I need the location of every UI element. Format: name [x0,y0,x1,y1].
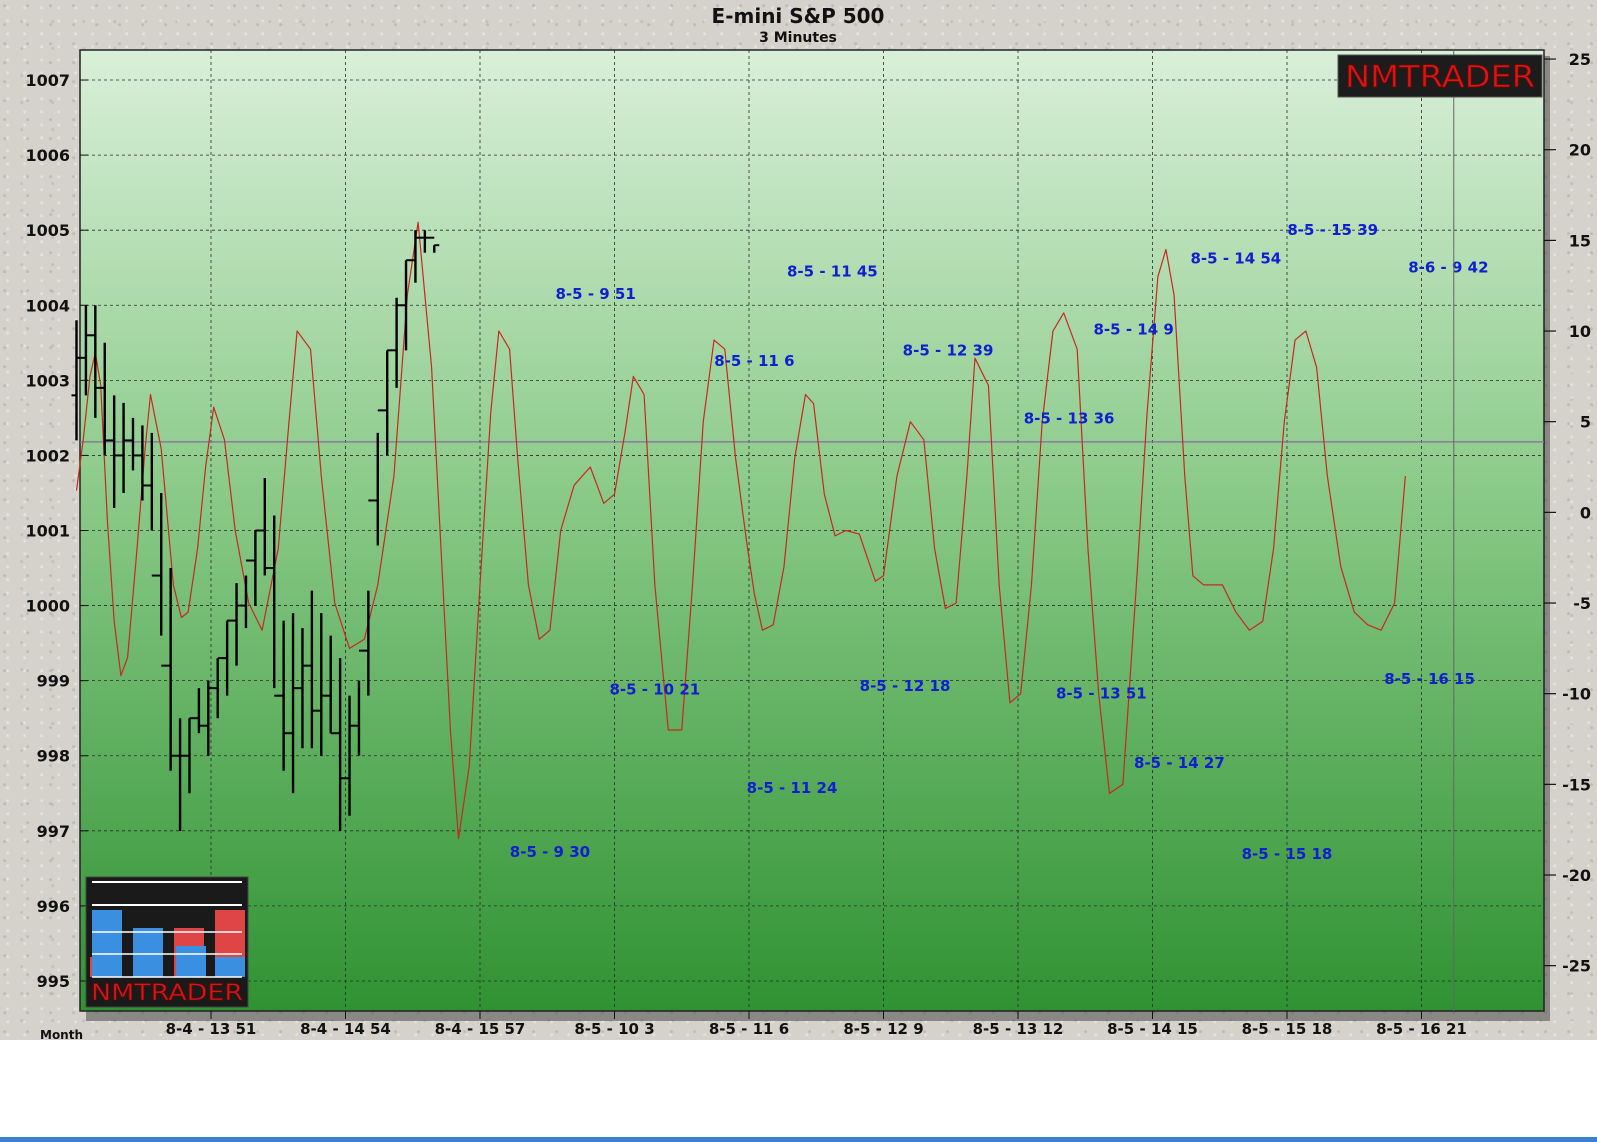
cycle-annotation: 8-5 - 11 6 [714,352,794,370]
left-tick-label: 1006 [25,146,70,165]
right-tick-label: 0 [1580,503,1591,522]
right-tick-label: 10 [1569,322,1591,341]
cycle-annotation: 8-5 - 11 45 [787,262,878,280]
cycle-annotation: 8-5 - 13 36 [1024,410,1115,428]
cycle-annotation: 8-6 - 9 42 [1408,259,1488,277]
cycle-annotation: 8-5 - 9 30 [510,843,590,861]
left-tick-label: 1000 [25,597,70,616]
cycle-annotation: 8-5 - 14 9 [1094,320,1174,338]
x-tick-label: 8-5 - 13 12 [973,1020,1064,1038]
left-tick-label: 1007 [25,71,70,90]
logo-text-top: NMTRADER [1345,60,1535,95]
x-tick-label: 8-4 - 14 54 [300,1020,391,1038]
window-bottom-border [0,1137,1597,1142]
cycle-annotation: 8-5 - 10 21 [609,681,700,699]
x-tick-label: 8-5 - 10 3 [574,1020,654,1038]
chart-subtitle: 3 Minutes [759,30,837,46]
left-tick-label: 997 [37,822,70,841]
right-tick-label: -20 [1562,866,1591,885]
left-tick-label: 998 [37,747,70,766]
cycle-annotation: 8-5 - 12 18 [860,677,951,695]
right-axis: 25 20 15 10 5 0 -5 -10 -15 -20 -25 [1544,50,1591,976]
cycle-annotation: 8-5 - 14 54 [1191,250,1282,268]
x-tick-label: 8-5 - 12 9 [843,1020,923,1038]
left-tick-label: 995 [37,972,70,991]
cycle-annotation: 8-5 - 11 24 [747,779,838,797]
x-tick-label: 8-5 - 15 18 [1242,1020,1333,1038]
x-tick-label: 8-4 - 15 57 [435,1020,526,1038]
nmtrader-logo-bottom: NMTRADER [85,876,249,1008]
left-tick-label: 1001 [25,522,70,541]
cycle-annotation: 8-5 - 15 39 [1287,221,1378,239]
logo-text-bottom: NMTRADER [91,981,243,1006]
left-axis: 995 996 997 998 999 1000 1001 1002 1003 1004 1005 1… [25,71,88,991]
cycle-annotation: 8-5 - 13 51 [1056,684,1147,702]
left-tick-label: 999 [37,672,70,691]
left-tick-label: 1003 [25,371,70,390]
left-tick-label: 996 [37,897,70,916]
x-tick-label: 8-4 - 13 51 [166,1020,257,1038]
cycle-annotation: 8-5 - 9 51 [556,285,636,303]
cycle-annotation: 8-5 - 15 18 [1242,845,1333,863]
x-tick-label: 8-5 - 14 15 [1107,1020,1198,1038]
right-tick-label: 20 [1569,141,1591,160]
right-tick-label: -15 [1562,775,1591,794]
right-tick-label: 25 [1569,50,1591,69]
x-tick-label: 8-5 - 16 21 [1376,1020,1467,1038]
left-tick-label: 1005 [25,221,70,240]
right-tick-label: -25 [1562,957,1591,976]
cycle-annotation: 8-5 - 14 27 [1134,754,1225,772]
right-tick-label: 5 [1580,413,1591,432]
right-tick-label: 15 [1569,231,1591,250]
left-tick-label: 1004 [25,296,70,315]
x-axis-title: Month [40,1028,83,1040]
chart-frame: E-mini S&P 500 3 Minutes 995 996 997 998 999… [0,0,1597,1040]
cycle-annotation: 8-5 - 16 15 [1384,670,1475,688]
chart-title: E-mini S&P 500 [712,4,885,28]
right-tick-label: -10 [1562,685,1591,704]
cycle-annotation: 8-5 - 12 39 [903,341,994,359]
x-tick-label: 8-5 - 11 6 [709,1020,789,1038]
right-tick-label: -5 [1573,594,1591,613]
nmtrader-logo-top: NMTRADER [1337,54,1543,98]
left-tick-label: 1002 [25,446,70,465]
chart-svg: E-mini S&P 500 3 Minutes 995 996 997 998 999… [25,4,1591,1040]
